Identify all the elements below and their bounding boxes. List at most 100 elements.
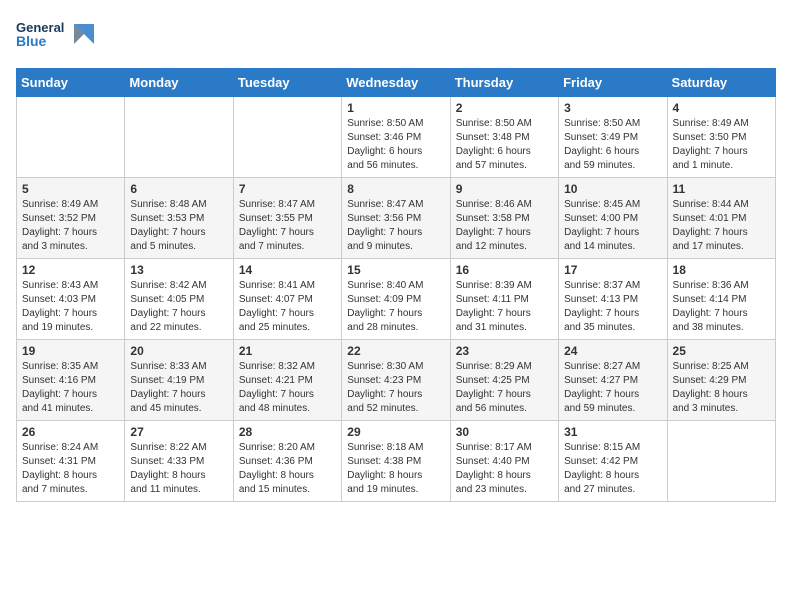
day-info: Sunrise: 8:30 AM Sunset: 4:23 PM Dayligh…	[347, 360, 444, 416]
day-info: Sunrise: 8:20 AM Sunset: 4:36 PM Dayligh…	[239, 441, 336, 497]
day-number: 17	[564, 263, 661, 277]
page-header: General Blue	[16, 16, 776, 56]
calendar-cell: 10 Sunrise: 8:45 AM Sunset: 4:00 PM Dayli…	[559, 178, 667, 259]
day-number: 31	[564, 425, 661, 439]
calendar-cell: 22 Sunrise: 8:30 AM Sunset: 4:23 PM Dayli…	[342, 340, 450, 421]
calendar-cell: 2Sunrise: 8:50 AM Sunset: 3:48 PM Daylig…	[450, 97, 558, 178]
day-info: Sunrise: 8:41 AM Sunset: 4:07 PM Dayligh…	[239, 279, 336, 335]
calendar-cell	[667, 421, 775, 502]
svg-text:Blue: Blue	[16, 33, 47, 49]
calendar-cell: 31 Sunrise: 8:15 AM Sunset: 4:42 PM Dayli…	[559, 421, 667, 502]
day-info: Sunrise: 8:29 AM Sunset: 4:25 PM Dayligh…	[456, 360, 553, 416]
calendar-cell: 26Sunrise: 8:24 AM Sunset: 4:31 PM Dayli…	[17, 421, 125, 502]
day-number: 16	[456, 263, 553, 277]
day-number: 14	[239, 263, 336, 277]
calendar-week-row: 19 Sunrise: 8:35 AM Sunset: 4:16 PM Dayli…	[17, 340, 776, 421]
calendar-cell: 30Sunrise: 8:17 AM Sunset: 4:40 PM Dayli…	[450, 421, 558, 502]
calendar-week-row: 26Sunrise: 8:24 AM Sunset: 4:31 PM Dayli…	[17, 421, 776, 502]
calendar-cell	[125, 97, 233, 178]
calendar-cell: 27 Sunrise: 8:22 AM Sunset: 4:33 PM Dayli…	[125, 421, 233, 502]
calendar-cell: 12 Sunrise: 8:43 AM Sunset: 4:03 PM Dayli…	[17, 259, 125, 340]
calendar-table: SundayMondayTuesdayWednesdayThursdayFrid…	[16, 68, 776, 502]
calendar-cell: 18 Sunrise: 8:36 AM Sunset: 4:14 PM Dayli…	[667, 259, 775, 340]
day-info: Sunrise: 8:36 AM Sunset: 4:14 PM Dayligh…	[673, 279, 770, 335]
weekday-header-saturday: Saturday	[667, 69, 775, 97]
calendar-cell: 25 Sunrise: 8:25 AM Sunset: 4:29 PM Dayli…	[667, 340, 775, 421]
day-info: Sunrise: 8:45 AM Sunset: 4:00 PM Dayligh…	[564, 198, 661, 254]
day-info: Sunrise: 8:15 AM Sunset: 4:42 PM Dayligh…	[564, 441, 661, 497]
day-info: Sunrise: 8:18 AM Sunset: 4:38 PM Dayligh…	[347, 441, 444, 497]
weekday-header-tuesday: Tuesday	[233, 69, 341, 97]
day-number: 19	[22, 344, 119, 358]
day-number: 3	[564, 101, 661, 115]
day-info: Sunrise: 8:32 AM Sunset: 4:21 PM Dayligh…	[239, 360, 336, 416]
day-number: 22	[347, 344, 444, 358]
day-number: 24	[564, 344, 661, 358]
day-number: 12	[22, 263, 119, 277]
calendar-cell	[233, 97, 341, 178]
calendar-cell: 4 Sunrise: 8:49 AM Sunset: 3:50 PM Daylig…	[667, 97, 775, 178]
day-info: Sunrise: 8:44 AM Sunset: 4:01 PM Dayligh…	[673, 198, 770, 254]
day-number: 23	[456, 344, 553, 358]
day-number: 8	[347, 182, 444, 196]
calendar-cell: 17Sunrise: 8:37 AM Sunset: 4:13 PM Dayli…	[559, 259, 667, 340]
logo: General Blue	[16, 16, 96, 56]
calendar-cell: 20Sunrise: 8:33 AM Sunset: 4:19 PM Dayli…	[125, 340, 233, 421]
calendar-cell	[17, 97, 125, 178]
day-number: 25	[673, 344, 770, 358]
calendar-cell: 8 Sunrise: 8:47 AM Sunset: 3:56 PM Daylig…	[342, 178, 450, 259]
day-info: Sunrise: 8:24 AM Sunset: 4:31 PM Dayligh…	[22, 441, 119, 497]
day-info: Sunrise: 8:48 AM Sunset: 3:53 PM Dayligh…	[130, 198, 227, 254]
calendar-cell: 1Sunrise: 8:50 AM Sunset: 3:46 PM Daylig…	[342, 97, 450, 178]
day-number: 11	[673, 182, 770, 196]
day-number: 27	[130, 425, 227, 439]
day-info: Sunrise: 8:40 AM Sunset: 4:09 PM Dayligh…	[347, 279, 444, 335]
calendar-cell: 6 Sunrise: 8:48 AM Sunset: 3:53 PM Daylig…	[125, 178, 233, 259]
day-number: 21	[239, 344, 336, 358]
day-info: Sunrise: 8:22 AM Sunset: 4:33 PM Dayligh…	[130, 441, 227, 497]
day-number: 6	[130, 182, 227, 196]
calendar-week-row: 12 Sunrise: 8:43 AM Sunset: 4:03 PM Dayli…	[17, 259, 776, 340]
day-number: 5	[22, 182, 119, 196]
weekday-header-friday: Friday	[559, 69, 667, 97]
day-number: 18	[673, 263, 770, 277]
day-number: 9	[456, 182, 553, 196]
day-number: 10	[564, 182, 661, 196]
day-number: 29	[347, 425, 444, 439]
calendar-cell: 16Sunrise: 8:39 AM Sunset: 4:11 PM Dayli…	[450, 259, 558, 340]
weekday-header-sunday: Sunday	[17, 69, 125, 97]
day-info: Sunrise: 8:43 AM Sunset: 4:03 PM Dayligh…	[22, 279, 119, 335]
day-info: Sunrise: 8:50 AM Sunset: 3:46 PM Dayligh…	[347, 117, 444, 173]
calendar-cell: 3 Sunrise: 8:50 AM Sunset: 3:49 PM Daylig…	[559, 97, 667, 178]
day-number: 28	[239, 425, 336, 439]
calendar-cell: 19 Sunrise: 8:35 AM Sunset: 4:16 PM Dayli…	[17, 340, 125, 421]
day-info: Sunrise: 8:47 AM Sunset: 3:55 PM Dayligh…	[239, 198, 336, 254]
calendar-cell: 29 Sunrise: 8:18 AM Sunset: 4:38 PM Dayli…	[342, 421, 450, 502]
calendar-cell: 24 Sunrise: 8:27 AM Sunset: 4:27 PM Dayli…	[559, 340, 667, 421]
weekday-header-wednesday: Wednesday	[342, 69, 450, 97]
day-info: Sunrise: 8:50 AM Sunset: 3:48 PM Dayligh…	[456, 117, 553, 173]
day-info: Sunrise: 8:25 AM Sunset: 4:29 PM Dayligh…	[673, 360, 770, 416]
calendar-cell: 14 Sunrise: 8:41 AM Sunset: 4:07 PM Dayli…	[233, 259, 341, 340]
calendar-cell: 21 Sunrise: 8:32 AM Sunset: 4:21 PM Dayli…	[233, 340, 341, 421]
day-info: Sunrise: 8:33 AM Sunset: 4:19 PM Dayligh…	[130, 360, 227, 416]
day-number: 15	[347, 263, 444, 277]
weekday-header-monday: Monday	[125, 69, 233, 97]
day-info: Sunrise: 8:47 AM Sunset: 3:56 PM Dayligh…	[347, 198, 444, 254]
calendar-week-row: 5Sunrise: 8:49 AM Sunset: 3:52 PM Daylig…	[17, 178, 776, 259]
day-number: 7	[239, 182, 336, 196]
day-info: Sunrise: 8:50 AM Sunset: 3:49 PM Dayligh…	[564, 117, 661, 173]
day-info: Sunrise: 8:17 AM Sunset: 4:40 PM Dayligh…	[456, 441, 553, 497]
weekday-header-thursday: Thursday	[450, 69, 558, 97]
calendar-cell: 5Sunrise: 8:49 AM Sunset: 3:52 PM Daylig…	[17, 178, 125, 259]
day-info: Sunrise: 8:35 AM Sunset: 4:16 PM Dayligh…	[22, 360, 119, 416]
calendar-header-row: SundayMondayTuesdayWednesdayThursdayFrid…	[17, 69, 776, 97]
calendar-cell: 28 Sunrise: 8:20 AM Sunset: 4:36 PM Dayli…	[233, 421, 341, 502]
calendar-cell: 15 Sunrise: 8:40 AM Sunset: 4:09 PM Dayli…	[342, 259, 450, 340]
day-info: Sunrise: 8:27 AM Sunset: 4:27 PM Dayligh…	[564, 360, 661, 416]
day-info: Sunrise: 8:49 AM Sunset: 3:50 PM Dayligh…	[673, 117, 770, 173]
day-number: 4	[673, 101, 770, 115]
logo-svg: General Blue	[16, 16, 96, 56]
day-info: Sunrise: 8:42 AM Sunset: 4:05 PM Dayligh…	[130, 279, 227, 335]
calendar-week-row: 1Sunrise: 8:50 AM Sunset: 3:46 PM Daylig…	[17, 97, 776, 178]
